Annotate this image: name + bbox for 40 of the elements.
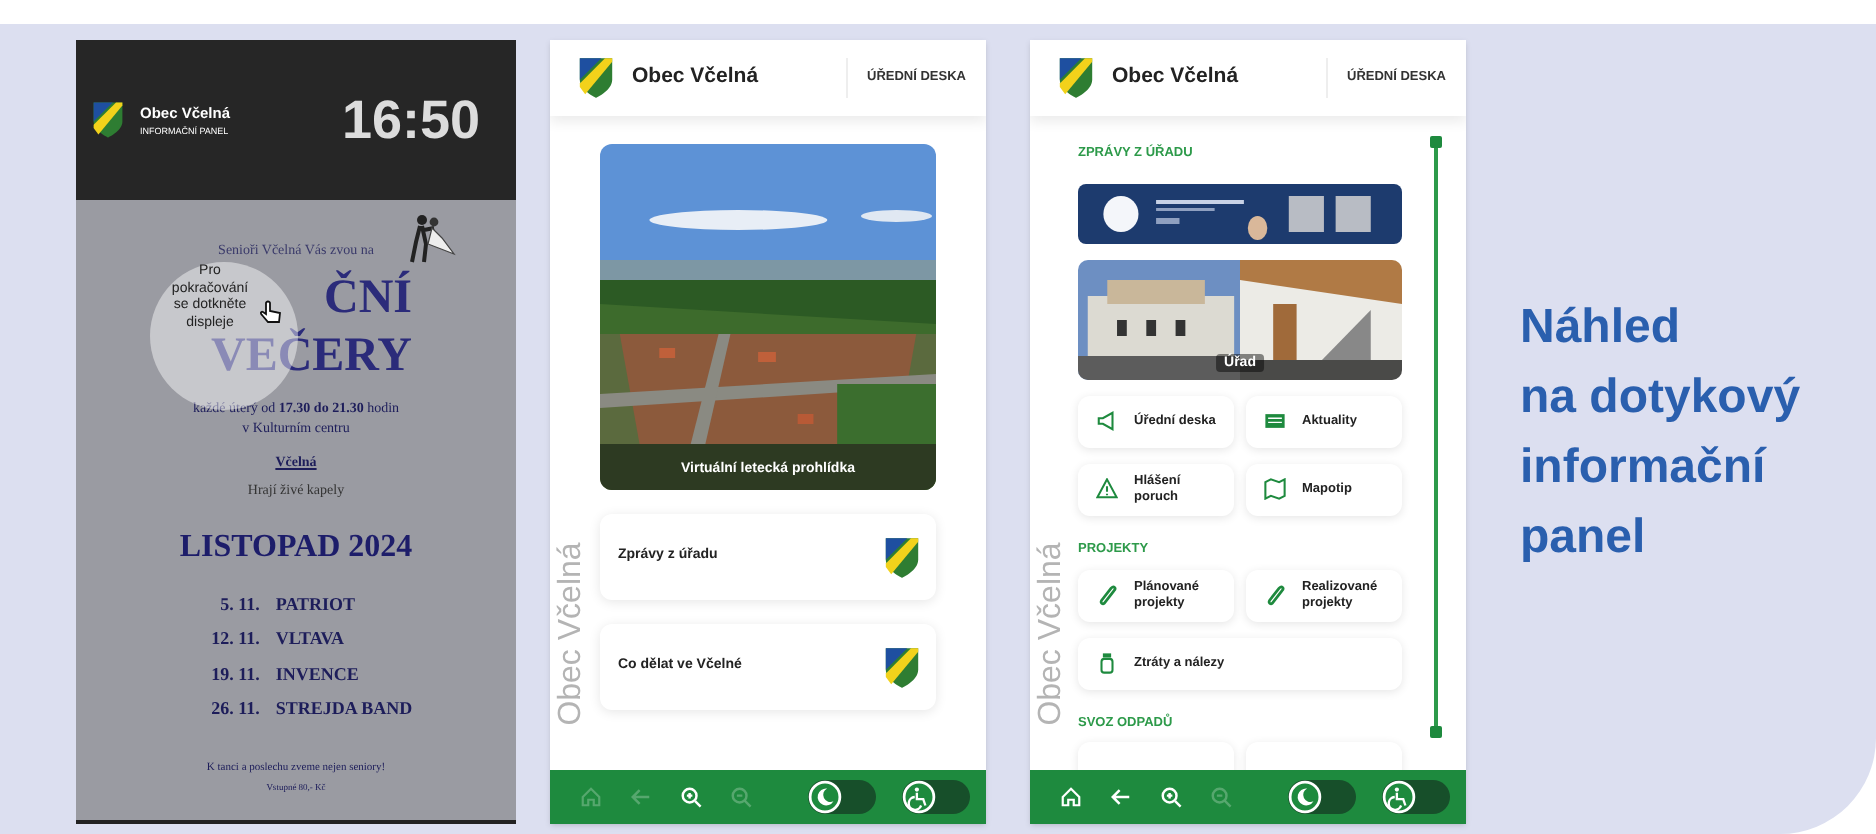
coat-of-arms-icon (1058, 56, 1094, 100)
pointing-hand-icon (260, 300, 282, 324)
band-name: INVENCE (275, 661, 359, 687)
newspaper-icon (1264, 410, 1286, 433)
headline: Náhled na dotykový informační panel (1520, 298, 1801, 568)
clock-time: 16:50 (341, 87, 480, 154)
zoom-in-icon[interactable] (678, 785, 702, 809)
coat-of-arms-icon (578, 56, 614, 100)
paperclip-icon (1096, 584, 1118, 606)
night-mode-toggle[interactable] (808, 780, 876, 814)
night-mode-toggle[interactable] (1288, 780, 1356, 814)
megaphone-icon (1096, 410, 1118, 433)
site-title: Obec Včelná (1112, 62, 1239, 93)
site-title: Obec Včelná (632, 62, 759, 93)
band-name: VLTAVA (275, 626, 345, 652)
accessibility-toggle[interactable] (1382, 780, 1450, 814)
band-name: STREJDA BAND (275, 696, 413, 722)
poster-title: ČNÍ (323, 269, 412, 327)
home-icon[interactable] (1058, 785, 1082, 809)
poster-month: LISTOPAD 2024 (179, 527, 413, 567)
coat-of-arms-icon (92, 100, 124, 140)
side-watermark-text: Obec Včelná (554, 542, 590, 726)
accessibility-toggle[interactable] (902, 780, 970, 814)
scrollbar[interactable] (1430, 136, 1442, 738)
paperclip-icon (1264, 584, 1286, 606)
map-icon (1264, 478, 1286, 501)
coat-of-arms-icon (884, 535, 920, 579)
side-watermark-text: Obec Včelná (1034, 542, 1070, 726)
dancing-couple-drawing (404, 212, 456, 264)
poster-title: VEČERY (211, 328, 412, 385)
warning-icon (1096, 478, 1118, 501)
coat-of-arms-icon (884, 645, 920, 689)
event-date: 26. 11. (209, 696, 262, 722)
event-date: 5. 11. (218, 591, 262, 617)
zoom-in-icon[interactable] (1158, 785, 1182, 809)
event-date: 12. 11. (209, 626, 262, 652)
band-name: PATRIOT (275, 591, 356, 617)
back-arrow-icon[interactable] (1108, 785, 1132, 809)
event-date: 19. 11. (209, 661, 262, 687)
bottle-icon (1096, 652, 1118, 674)
